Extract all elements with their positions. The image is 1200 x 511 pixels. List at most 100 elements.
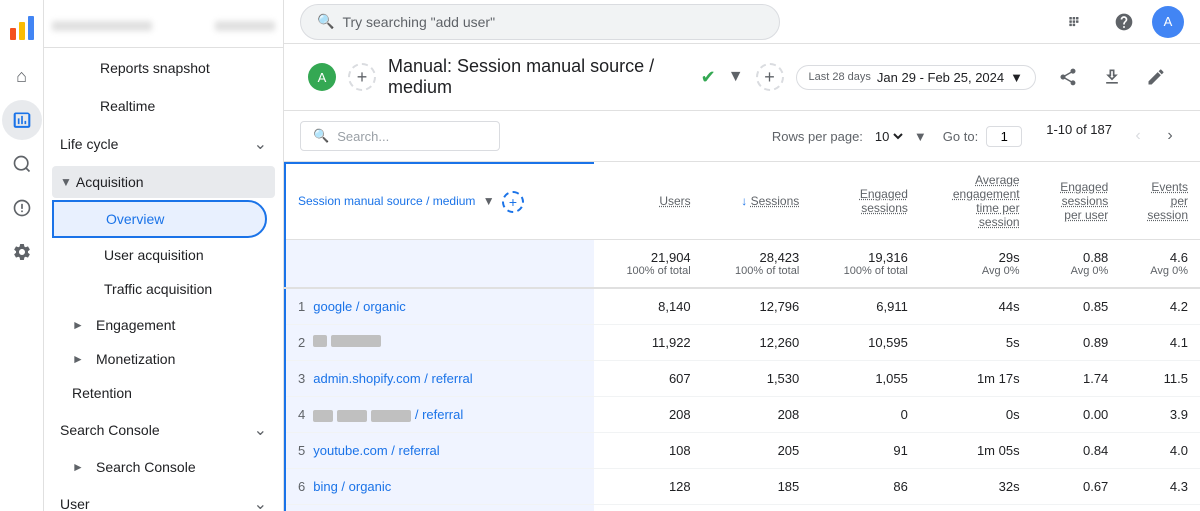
- col-header-users[interactable]: Users: [594, 163, 703, 240]
- sidebar-item-traffic-acquisition[interactable]: Traffic acquisition: [52, 272, 275, 306]
- rows-per-page: Rows per page: 10 25 50 ▼: [772, 128, 927, 145]
- row-engaged_per_user: 0.85: [1032, 288, 1121, 325]
- add-comparison-button[interactable]: +: [348, 63, 376, 91]
- dimension-dropdown-icon[interactable]: ▼: [483, 194, 495, 208]
- row-engaged_sessions: 86: [811, 469, 920, 505]
- totals-row: 21,904 100% of total 28,423 100% of tota…: [285, 240, 1200, 289]
- goto-page: Go to:: [943, 126, 1022, 147]
- totals-users: 21,904 100% of total: [594, 240, 703, 289]
- row-avg_engagement: 0s: [920, 397, 1032, 433]
- row-engaged_sessions: 0: [811, 397, 920, 433]
- totals-engaged-sessions: 19,316 100% of total: [811, 240, 920, 289]
- sidebar-item-search-console[interactable]: ► Search Console: [44, 450, 283, 484]
- table-toolbar: 🔍 Search... Rows per page: 10 25 50 ▼ Go…: [284, 111, 1200, 162]
- sidebar-item-engagement[interactable]: ► Engagement: [44, 308, 283, 342]
- col-header-engaged-per-user[interactable]: Engagedsessionsper user: [1032, 163, 1121, 240]
- table-row: 4 / referral20820800s0.003.9: [285, 397, 1200, 433]
- sidebar-item-realtime[interactable]: Realtime: [44, 88, 283, 124]
- col-header-engaged-sessions[interactable]: Engagedsessions: [811, 163, 920, 240]
- row-engaged_sessions: 1,055: [811, 361, 920, 397]
- dimension-col-header[interactable]: Session manual source / medium ▼ +: [285, 163, 594, 240]
- table-row: 211,92212,26010,5955s0.894.1: [285, 325, 1200, 361]
- right-panel: 🔍 Try searching "add user" A A: [284, 0, 1200, 511]
- home-icon[interactable]: ⌂: [2, 56, 42, 96]
- date-range-picker[interactable]: Last 28 days Jan 29 - Feb 25, 2024 ▼: [796, 65, 1036, 90]
- sidebar-item-overview[interactable]: Overview: [52, 200, 267, 238]
- row-users: 11,922: [594, 325, 703, 361]
- row-events_per_session: 4.0: [1120, 433, 1200, 469]
- row-avg_engagement: 5s: [920, 325, 1032, 361]
- add-dimension-button[interactable]: +: [502, 191, 524, 213]
- row-events_per_session: 4.1: [1120, 325, 1200, 361]
- row-avg_engagement: 1m 17s: [920, 361, 1032, 397]
- row-events_per_session: 11.5: [1120, 361, 1200, 397]
- goto-input[interactable]: [986, 126, 1022, 147]
- header-actions: [1048, 57, 1176, 97]
- row-dimension: 2: [285, 325, 594, 361]
- share-icon[interactable]: [1048, 57, 1088, 97]
- explore-icon[interactable]: [2, 144, 42, 184]
- page-nav: 1-10 of 187 ‹ ›: [1038, 122, 1184, 150]
- reports-icon[interactable]: [2, 100, 42, 140]
- row-users: 128: [594, 469, 703, 505]
- sidebar-item-retention[interactable]: Retention: [44, 376, 283, 410]
- col-header-sessions[interactable]: ↓ Sessions: [703, 163, 812, 240]
- table-row: 6bing / organic1281858632s0.674.3: [285, 469, 1200, 505]
- row-engaged_per_user: 0.84: [1032, 433, 1121, 469]
- ga-logo: [2, 8, 42, 48]
- row-sessions: 208: [703, 397, 812, 433]
- title-dropdown-icon[interactable]: ▼: [728, 68, 744, 86]
- avatar[interactable]: A: [1152, 6, 1184, 38]
- search-console-expand-icon: ►: [72, 460, 88, 474]
- table-row: 1google / organic8,14012,7966,91144s0.85…: [285, 288, 1200, 325]
- configure-icon[interactable]: [2, 232, 42, 272]
- content-header: A + Manual: Session manual source / medi…: [284, 44, 1200, 111]
- table-search[interactable]: 🔍 Search...: [300, 121, 500, 151]
- prev-page-button[interactable]: ‹: [1124, 122, 1152, 150]
- data-table: Session manual source / medium ▼ + Users…: [284, 162, 1200, 511]
- date-range-dropdown-icon: ▼: [1010, 70, 1023, 85]
- row-engaged_sessions: 6,911: [811, 288, 920, 325]
- acquisition-expand-icon: ▼: [60, 175, 72, 189]
- row-engaged_sessions: 81: [811, 505, 920, 511]
- row-avg_engagement: 1m 15s: [920, 505, 1032, 511]
- top-bar-right: A: [1056, 2, 1184, 42]
- col-header-events-per-session[interactable]: Eventspersession: [1120, 163, 1200, 240]
- row-engaged_per_user: 0.89: [1032, 325, 1121, 361]
- customize-icon[interactable]: [1136, 57, 1176, 97]
- add-metric-button[interactable]: +: [756, 63, 784, 91]
- sidebar-section-search-console[interactable]: Search Console ⌄: [44, 410, 283, 450]
- row-events_per_session: 5.1: [1120, 505, 1200, 511]
- content-avatar: A: [308, 63, 336, 91]
- table-row: 5youtube.com / referral108205911m 05s0.8…: [285, 433, 1200, 469]
- row-events_per_session: 4.3: [1120, 469, 1200, 505]
- sidebar-section-lifecycle[interactable]: Life cycle ⌄: [44, 124, 283, 164]
- sidebar-section-user[interactable]: User ⌄: [44, 484, 283, 511]
- row-engaged_sessions: 91: [811, 433, 920, 469]
- row-events_per_session: 3.9: [1120, 397, 1200, 433]
- apps-icon[interactable]: [1056, 2, 1096, 42]
- search-bar[interactable]: 🔍 Try searching "add user": [300, 4, 780, 40]
- sidebar-item-reports-snapshot[interactable]: Reports snapshot: [44, 48, 283, 88]
- totals-sessions: 28,423 100% of total: [703, 240, 812, 289]
- row-engaged_per_user: 0.67: [1032, 469, 1121, 505]
- advertising-icon[interactable]: [2, 188, 42, 228]
- table-area: 🔍 Search... Rows per page: 10 25 50 ▼ Go…: [284, 111, 1200, 511]
- help-icon[interactable]: [1104, 2, 1144, 42]
- user-chevron-icon: ⌄: [254, 494, 267, 511]
- rows-per-page-select[interactable]: 10 25 50: [871, 128, 906, 145]
- row-engaged_per_user: 1.74: [1032, 361, 1121, 397]
- sidebar-item-user-acquisition[interactable]: User acquisition: [52, 238, 275, 272]
- download-icon[interactable]: [1092, 57, 1132, 97]
- row-users: 8,140: [594, 288, 703, 325]
- row-sessions: 12,260: [703, 325, 812, 361]
- acquisition-header[interactable]: ▼ Acquisition: [52, 166, 275, 198]
- account-selector[interactable]: [44, 4, 283, 48]
- sidebar-item-monetization[interactable]: ► Monetization: [44, 342, 283, 376]
- row-users: 108: [594, 433, 703, 469]
- sidebar: Reports snapshot Realtime Life cycle ⌄ ▼…: [44, 0, 283, 511]
- engagement-expand-icon: ►: [72, 318, 88, 332]
- next-page-button[interactable]: ›: [1156, 122, 1184, 150]
- table-search-icon: 🔍: [313, 128, 329, 144]
- col-header-avg-engagement[interactable]: Averageengagementtime persession: [920, 163, 1032, 240]
